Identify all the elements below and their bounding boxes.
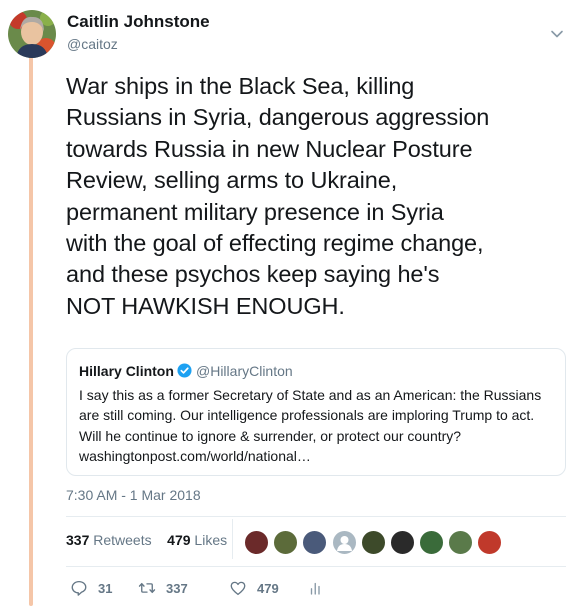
retweet-label: Retweets bbox=[93, 532, 152, 548]
liker-avatar[interactable] bbox=[332, 530, 357, 555]
retweet-button[interactable]: 337 bbox=[138, 578, 188, 598]
retweet-icon bbox=[138, 582, 156, 594]
heart-icon bbox=[230, 581, 246, 596]
author-avatar[interactable] bbox=[8, 10, 56, 58]
tweet-line: towards Russia in new Nuclear Posture bbox=[66, 135, 473, 162]
tweet-line: permanent military presence in Syria bbox=[66, 198, 444, 225]
reply-icon bbox=[71, 580, 87, 596]
liker-avatar[interactable] bbox=[390, 530, 415, 555]
verified-badge-icon bbox=[177, 363, 192, 378]
divider bbox=[66, 516, 566, 517]
author-handle[interactable]: @caitoz bbox=[67, 36, 118, 52]
liker-avatar[interactable] bbox=[361, 530, 386, 555]
author-name[interactable]: Caitlin Johnstone bbox=[67, 12, 210, 32]
like-count: 479 bbox=[167, 532, 191, 548]
default-avatar-icon bbox=[337, 536, 352, 551]
tweet-line: Russians in Syria, dangerous aggression bbox=[66, 104, 490, 131]
tweet-line: and these psychos keep saying he's bbox=[66, 261, 440, 288]
engagement-stats: 337 Retweets 479 Likes bbox=[66, 532, 227, 548]
retweet-stat[interactable]: 337 Retweets bbox=[66, 532, 152, 548]
like-action-count: 479 bbox=[257, 580, 279, 596]
tweet-text: War ships in the Black Sea, killing Russ… bbox=[66, 71, 566, 322]
liker-avatar[interactable] bbox=[477, 530, 502, 555]
like-stat[interactable]: 479 Likes bbox=[167, 532, 227, 548]
liker-avatar[interactable] bbox=[302, 530, 327, 555]
tweet-timestamp[interactable]: 7:30 AM - 1 Mar 2018 bbox=[66, 487, 201, 503]
analytics-button[interactable] bbox=[307, 578, 325, 598]
quoted-link[interactable]: washingtonpost.com/world/national… bbox=[79, 446, 559, 466]
tweet-actions: 31 337 479 bbox=[66, 578, 366, 598]
thread-line bbox=[29, 56, 33, 606]
like-label: Likes bbox=[194, 532, 228, 548]
quoted-text: I say this as a former Secretary of Stat… bbox=[79, 385, 559, 466]
liker-avatar[interactable] bbox=[244, 530, 269, 555]
retweet-count: 337 bbox=[66, 532, 90, 548]
reply-count: 31 bbox=[98, 580, 113, 596]
tweet-line: with the goal of effecting regime change… bbox=[66, 230, 484, 257]
quoted-author-name: Hillary Clinton bbox=[79, 363, 174, 379]
quoted-line: are still coming. Our intelligence profe… bbox=[79, 407, 535, 424]
liker-avatar[interactable] bbox=[419, 530, 444, 555]
chevron-down-icon[interactable] bbox=[549, 26, 565, 42]
quoted-tweet[interactable]: Hillary Clinton @HillaryClinton I say th… bbox=[66, 348, 566, 476]
stat-separator bbox=[232, 519, 233, 559]
tweet-line: Review, selling arms to Ukraine, bbox=[66, 167, 398, 194]
quoted-author-handle: @HillaryClinton bbox=[196, 363, 293, 379]
reply-button[interactable]: 31 bbox=[70, 578, 112, 598]
like-button[interactable]: 479 bbox=[229, 578, 279, 598]
analytics-icon bbox=[310, 582, 320, 595]
liker-avatar[interactable] bbox=[448, 530, 473, 555]
avatar-image bbox=[8, 10, 56, 58]
liker-avatar[interactable] bbox=[273, 530, 298, 555]
divider bbox=[66, 566, 566, 567]
quoted-line: Will he continue to ignore & surrender, … bbox=[79, 427, 462, 444]
tweet-line: NOT HAWKISH ENOUGH. bbox=[66, 292, 345, 319]
tweet-line: War ships in the Black Sea, killing bbox=[66, 73, 415, 99]
quoted-line: I say this as a former Secretary of Stat… bbox=[79, 387, 542, 403]
retweet-action-count: 337 bbox=[166, 580, 188, 596]
